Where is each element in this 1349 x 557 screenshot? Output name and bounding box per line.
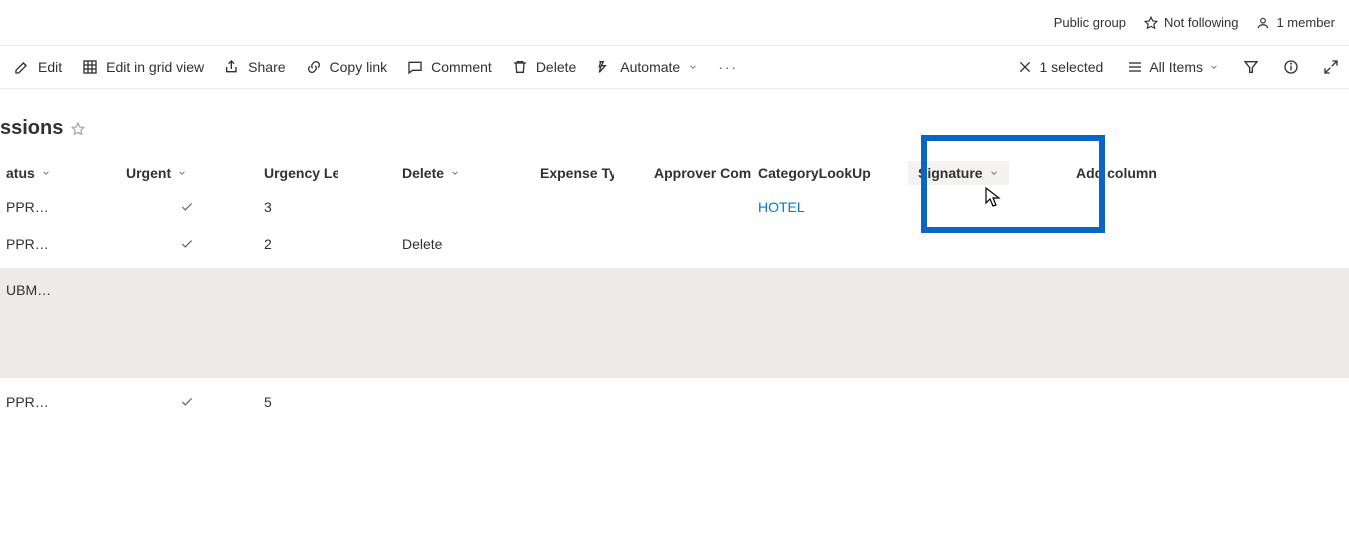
comment-label: Comment (431, 59, 492, 75)
edit-grid-button[interactable]: Edit in grid view (72, 53, 214, 81)
expand-button[interactable] (1317, 55, 1345, 79)
star-icon (1144, 16, 1158, 30)
comment-button[interactable]: Comment (397, 53, 502, 81)
table-row[interactable]: UBMITTED (0, 268, 1349, 378)
info-icon (1283, 59, 1299, 75)
trash-icon (512, 59, 528, 75)
table-row[interactable]: PPROVED 2Delete (0, 220, 1349, 268)
column-header-approver-com[interactable]: Approver Com… (614, 165, 752, 181)
cell-urgency-level: 5 (198, 394, 338, 410)
list-title: ssions (0, 107, 1349, 152)
cell-urgent (60, 200, 198, 214)
chevron-down-icon (450, 168, 460, 178)
cell-status: PPROVED (0, 394, 60, 410)
members-label: 1 member (1276, 15, 1335, 30)
cell-delete: Delete (338, 236, 476, 252)
check-icon (180, 237, 192, 251)
list-title-text: ssions (0, 117, 63, 140)
check-icon (180, 395, 192, 409)
copy-link-button[interactable]: Copy link (296, 53, 398, 81)
rows-container: PPROVED 3 HOTEL PPROVED 2Delete UBMITTED PPROV… (0, 194, 1349, 426)
column-header-signature[interactable]: Signature (890, 161, 1020, 185)
cell-urgency-level: 2 (198, 236, 338, 252)
copy-link-label: Copy link (330, 59, 388, 75)
expand-icon (1323, 59, 1339, 75)
cell-urgent (60, 395, 198, 409)
group-type-label: Public group (1054, 15, 1126, 30)
cell-category[interactable]: HOTEL (752, 199, 890, 215)
edit-icon (14, 59, 30, 75)
star-icon (71, 122, 85, 136)
overflow-button[interactable]: ··· (708, 59, 748, 75)
info-button[interactable] (1277, 55, 1305, 79)
view-picker[interactable]: All Items (1121, 55, 1225, 79)
chevron-down-icon (1209, 62, 1219, 72)
follow-toggle[interactable]: Not following (1144, 15, 1238, 30)
members-link[interactable]: 1 member (1256, 15, 1335, 30)
list-grid: atus Urgent Urgency Level Delete Expense… (0, 152, 1349, 426)
chevron-down-icon (688, 62, 698, 72)
table-row[interactable]: PPROVED 5 (0, 378, 1349, 426)
delete-button[interactable]: Delete (502, 53, 586, 81)
edit-button[interactable]: Edit (4, 53, 72, 81)
column-header-category-lookup[interactable]: CategoryLookUp (752, 165, 890, 181)
column-header-urgency-level[interactable]: Urgency Level (198, 165, 338, 181)
check-icon (180, 200, 192, 214)
person-icon (1256, 16, 1270, 30)
column-header-urgent[interactable]: Urgent (60, 165, 198, 181)
x-icon (1017, 59, 1033, 75)
favorite-toggle[interactable] (71, 122, 85, 136)
table-row[interactable]: PPROVED 3 HOTEL (0, 194, 1349, 220)
site-topbar: Public group Not following 1 member (0, 0, 1349, 45)
selection-indicator[interactable]: 1 selected (1011, 55, 1109, 79)
chevron-down-icon (989, 168, 999, 178)
grid-icon (82, 59, 98, 75)
view-name-label: All Items (1149, 59, 1203, 75)
list-content: ssions atus Urgent Urgency Level Delete (0, 89, 1349, 426)
column-header-status[interactable]: atus (0, 165, 60, 181)
comment-icon (407, 59, 423, 75)
cell-status: PPROVED (0, 236, 60, 252)
edit-grid-label: Edit in grid view (106, 59, 204, 75)
chevron-down-icon (41, 168, 51, 178)
selected-label: 1 selected (1039, 59, 1103, 75)
list-view-icon (1127, 59, 1143, 75)
column-header-delete[interactable]: Delete (338, 165, 476, 181)
cell-urgency-level: 3 (198, 199, 338, 215)
cell-status: UBMITTED (0, 282, 60, 298)
follow-label: Not following (1164, 15, 1238, 30)
share-icon (224, 59, 240, 75)
delete-label: Delete (536, 59, 576, 75)
automate-button[interactable]: Automate (586, 53, 708, 81)
share-label: Share (248, 59, 285, 75)
column-header-row: atus Urgent Urgency Level Delete Expense… (0, 152, 1349, 194)
add-column-button[interactable]: Add column (1020, 165, 1158, 181)
column-header-expense-type[interactable]: Expense Type (476, 165, 614, 181)
cell-status: PPROVED (0, 199, 60, 215)
filter-icon (1243, 59, 1259, 75)
edit-label: Edit (38, 59, 62, 75)
command-bar: Edit Edit in grid view Share Copy link C… (0, 45, 1349, 89)
flow-icon (596, 59, 612, 75)
filter-button[interactable] (1237, 55, 1265, 79)
chevron-down-icon (177, 168, 187, 178)
link-icon (306, 59, 322, 75)
automate-label: Automate (620, 59, 680, 75)
share-button[interactable]: Share (214, 53, 295, 81)
cell-urgent (60, 237, 198, 251)
